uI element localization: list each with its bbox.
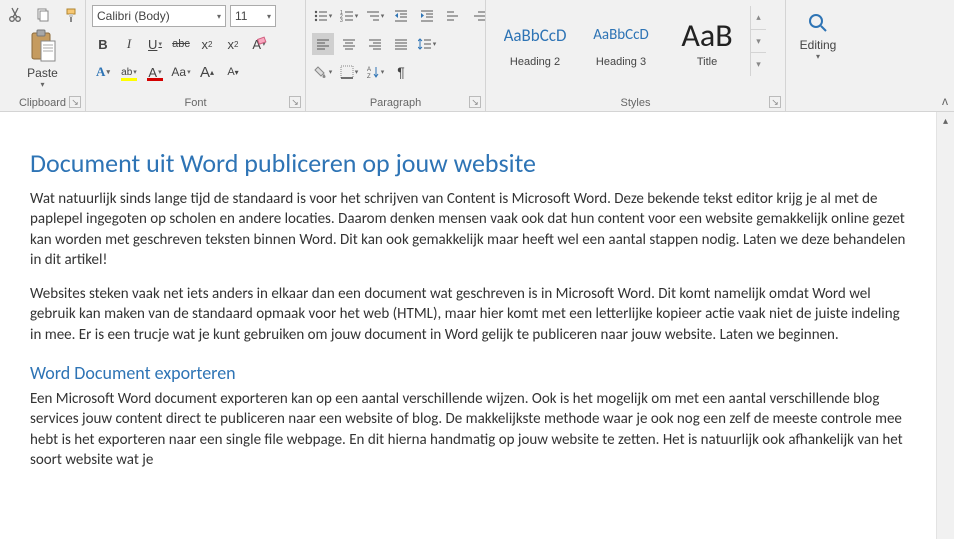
styles-scroll-up[interactable]: ▴	[751, 6, 766, 30]
doc-heading-2: Word Document exporteren	[30, 361, 906, 385]
svg-text:3: 3	[340, 18, 343, 23]
clipboard-group: Paste ▾ Clipboard ↘	[0, 0, 86, 111]
justify-button[interactable]	[390, 33, 412, 55]
underline-button[interactable]: U	[144, 33, 166, 55]
font-color-button[interactable]: A	[144, 61, 166, 83]
cut-button[interactable]	[4, 4, 26, 26]
grow-font-button[interactable]: A▴	[196, 61, 218, 83]
search-icon	[807, 12, 829, 34]
doc-paragraph: Wat natuurlijk sinds lange tijd de stand…	[30, 189, 906, 270]
font-name-combo[interactable]: Calibri (Body) ▾	[92, 5, 226, 27]
strikethrough-button[interactable]: abc	[170, 33, 192, 55]
paste-label: Paste	[27, 66, 58, 80]
styles-gallery: AaBbCcD Heading 2 AaBbCcD Heading 3 AaB …	[492, 6, 779, 76]
paragraph-launcher[interactable]: ↘	[469, 96, 481, 108]
superscript-button[interactable]: x2	[222, 33, 244, 55]
paste-icon	[27, 28, 59, 64]
numbering-button[interactable]: 123	[338, 5, 360, 27]
align-center-button[interactable]	[338, 33, 360, 55]
chevron-down-icon: ▾	[217, 12, 221, 21]
copy-button[interactable]	[32, 4, 54, 26]
vertical-scrollbar[interactable]: ▴	[936, 112, 954, 539]
chevron-down-icon: ▾	[267, 12, 271, 21]
paragraph-group: 123	[306, 0, 486, 111]
increase-indent-button[interactable]	[416, 5, 438, 27]
styles-scroll: ▴ ▾ ▾	[750, 6, 766, 76]
editing-button[interactable]: Editing ▾	[800, 12, 837, 61]
shading-button[interactable]	[312, 61, 334, 83]
clear-formatting-button[interactable]: A	[248, 33, 270, 55]
styles-group-label: Styles	[486, 97, 785, 109]
styles-group: AaBbCcD Heading 2 AaBbCcD Heading 3 AaB …	[486, 0, 786, 111]
font-color-swatch	[147, 78, 163, 81]
align-left-button[interactable]	[312, 33, 334, 55]
bold-button[interactable]: B	[92, 33, 114, 55]
paragraph-group-label: Paragraph	[306, 97, 485, 109]
document-area[interactable]: Document uit Word publiceren op jouw web…	[0, 112, 936, 539]
clipboard-launcher[interactable]: ↘	[69, 96, 81, 108]
change-case-button[interactable]: Aa	[170, 61, 192, 83]
sort-button[interactable]: AZ	[364, 61, 386, 83]
font-group: Calibri (Body) ▾ 11 ▾ B I U abc x2 x2 A …	[86, 0, 306, 111]
editing-label: Editing	[800, 38, 837, 52]
style-heading-2[interactable]: AaBbCcD Heading 2	[492, 6, 578, 76]
font-name-value: Calibri (Body)	[97, 9, 170, 23]
multilevel-list-button[interactable]	[364, 5, 386, 27]
bullets-button[interactable]	[312, 5, 334, 27]
style-title[interactable]: AaB Title	[664, 6, 750, 76]
editing-group: Editing ▾	[786, 0, 850, 111]
font-group-label: Font	[86, 97, 305, 109]
styles-launcher[interactable]: ↘	[769, 96, 781, 108]
svg-text:Z: Z	[367, 74, 371, 79]
doc-paragraph: Websites steken vaak net iets anders in …	[30, 284, 906, 345]
format-painter-button[interactable]	[60, 4, 82, 26]
font-launcher[interactable]: ↘	[289, 96, 301, 108]
ribbon: Paste ▾ Clipboard ↘ Calibri (Body) ▾ 11 …	[0, 0, 954, 112]
font-size-combo[interactable]: 11 ▾	[230, 5, 276, 27]
scroll-up-button[interactable]: ▴	[937, 112, 954, 130]
text-effects-button[interactable]: A	[92, 61, 114, 83]
styles-scroll-down[interactable]: ▾	[751, 30, 766, 54]
svg-text:A: A	[367, 67, 371, 73]
borders-button[interactable]	[338, 61, 360, 83]
paste-button[interactable]: Paste ▾	[6, 28, 79, 89]
highlight-color-swatch	[121, 78, 137, 81]
doc-paragraph: Een Microsoft Word document exporteren k…	[30, 389, 906, 470]
align-left-h-button[interactable]	[442, 5, 464, 27]
style-heading-3[interactable]: AaBbCcD Heading 3	[578, 6, 664, 76]
subscript-button[interactable]: x2	[196, 33, 218, 55]
chevron-down-icon: ▾	[816, 52, 820, 61]
paste-dropdown-icon: ▾	[40, 80, 44, 89]
shrink-font-button[interactable]: A▾	[222, 61, 244, 83]
document-content: Document uit Word publiceren op jouw web…	[30, 146, 906, 470]
decrease-indent-button[interactable]	[390, 5, 412, 27]
highlight-button[interactable]: ab	[118, 61, 140, 83]
styles-expand[interactable]: ▾	[751, 53, 766, 76]
line-spacing-button[interactable]	[416, 33, 438, 55]
doc-heading-1: Document uit Word publiceren op jouw web…	[30, 146, 906, 181]
collapse-ribbon-button[interactable]: ʌ	[942, 94, 948, 108]
show-marks-button[interactable]: ¶	[390, 61, 412, 83]
align-right-button[interactable]	[364, 33, 386, 55]
italic-button[interactable]: I	[118, 33, 140, 55]
font-size-value: 11	[235, 9, 247, 23]
